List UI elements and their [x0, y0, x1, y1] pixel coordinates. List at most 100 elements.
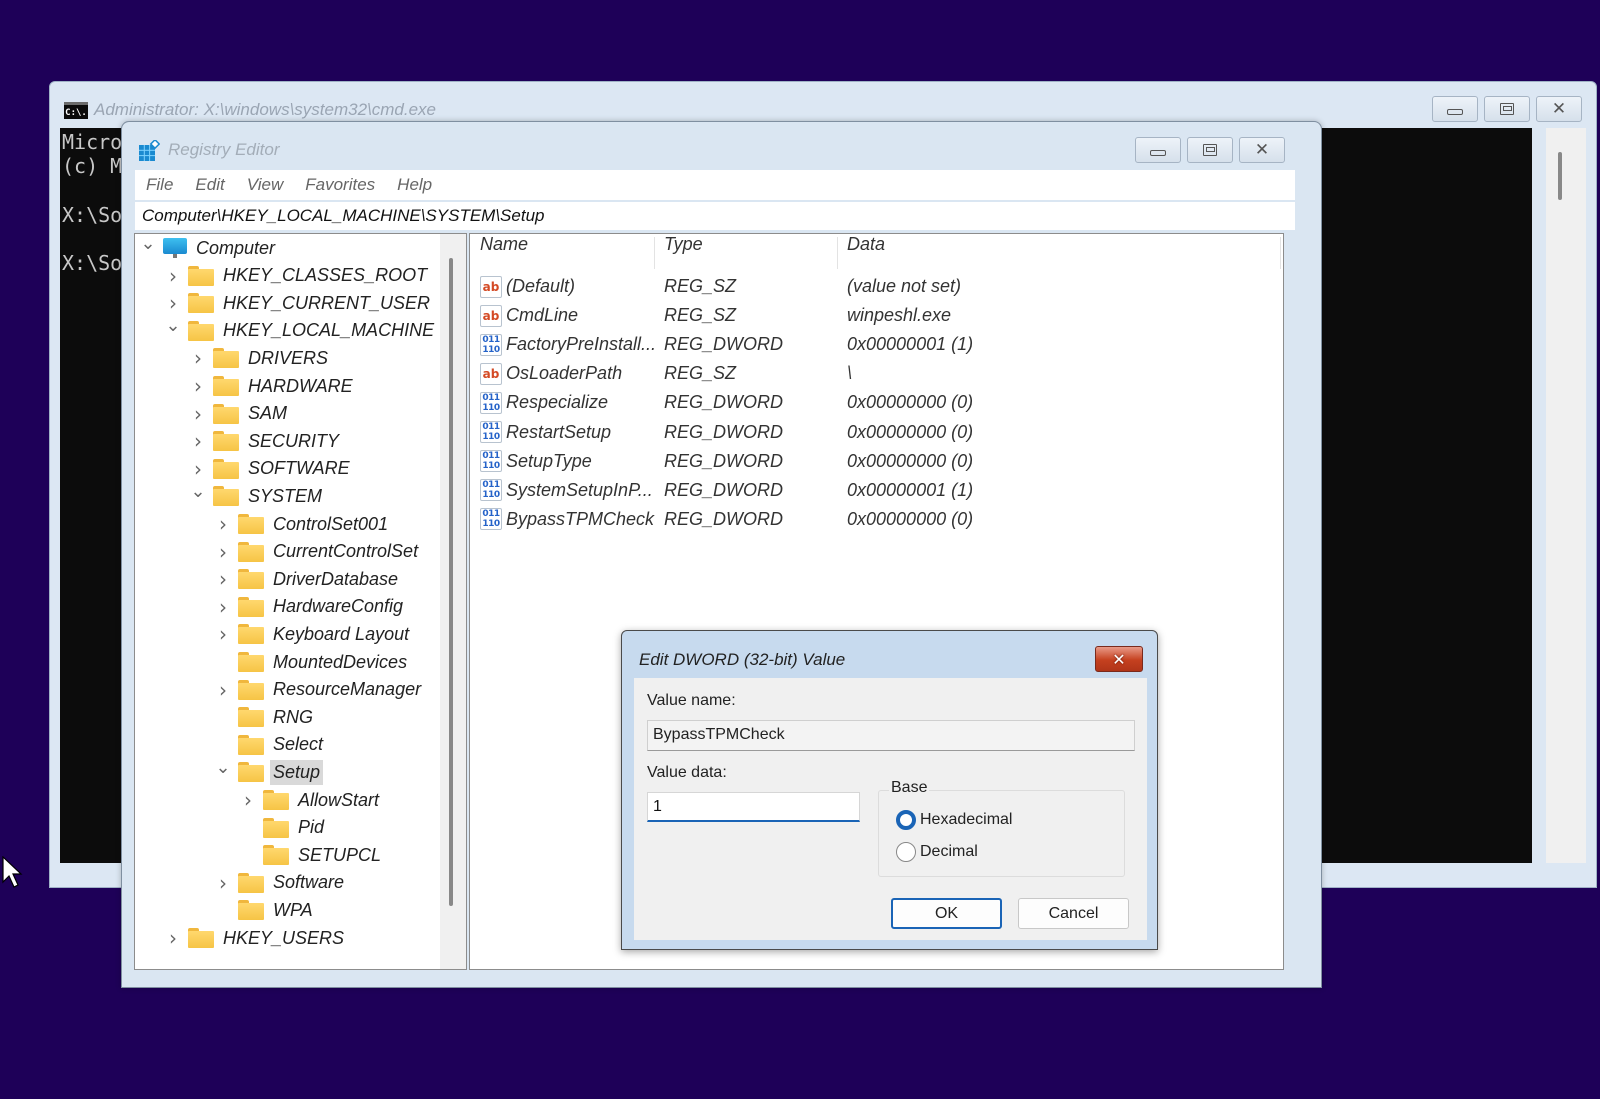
chevron-down-icon[interactable]: ⌄	[189, 481, 207, 502]
tree-item[interactable]: SETUPCL	[239, 841, 384, 869]
tree-item[interactable]: › DRIVERS	[189, 344, 331, 372]
console-line: X:\So	[62, 203, 123, 227]
chevron-right-icon[interactable]: ›	[164, 291, 182, 315]
tree-item[interactable]: › SECURITY	[189, 427, 342, 455]
tree-item[interactable]: › HKEY_USERS	[164, 924, 347, 952]
chevron-right-icon[interactable]: ›	[189, 374, 207, 398]
folder-icon	[238, 762, 264, 783]
dword-bits: 110	[482, 461, 500, 472]
tree-item[interactable]: ⌄ SYSTEM	[189, 481, 325, 510]
registry-tree[interactable]: ⌄ Computer › HKEY_CLASSES_ROOT › HKEY_CURRENT…	[134, 233, 467, 970]
value-row[interactable]: ab (Default) REG_SZ (value not set)	[470, 272, 1283, 301]
tree-item[interactable]: ⌄ Setup	[214, 757, 324, 786]
tree-item[interactable]: › DriverDatabase	[214, 565, 401, 593]
chevron-right-icon[interactable]: ›	[214, 595, 232, 619]
chevron-right-icon[interactable]: ›	[164, 264, 182, 288]
chevron-down-icon[interactable]: ⌄	[164, 315, 182, 336]
radio-decimal[interactable]: Decimal	[896, 842, 978, 862]
menu-favorites[interactable]: Favorites	[294, 170, 386, 200]
cmd-minimize-button[interactable]	[1432, 96, 1478, 122]
value-name: SystemSetupInP...	[506, 479, 653, 500]
cmd-scrollbar-thumb[interactable]	[1558, 152, 1562, 200]
chevron-right-icon[interactable]: ›	[189, 346, 207, 370]
tree-item-label: HKEY_LOCAL_MACHINE	[223, 320, 435, 341]
radio-button-checked[interactable]	[896, 810, 916, 830]
chevron-right-icon[interactable]: ›	[214, 678, 232, 702]
chevron-right-icon[interactable]: ›	[164, 926, 182, 950]
tree-item[interactable]: › ControlSet001	[214, 510, 391, 538]
value-row[interactable]: 011 110 FactoryPreInstall... REG_DWORD 0x000…	[470, 330, 1283, 359]
value-data-label: Value data:	[647, 764, 727, 781]
regedit-maximize-button[interactable]	[1187, 137, 1233, 163]
value-row[interactable]: 011 110 SetupType REG_DWORD 0x00000000 (0)	[470, 447, 1283, 476]
chevron-right-icon[interactable]: ›	[239, 788, 257, 812]
tree-item[interactable]: › AllowStart	[239, 786, 382, 814]
chevron-right-icon[interactable]: ›	[214, 622, 232, 646]
column-separator[interactable]	[1280, 237, 1281, 269]
chevron-down-icon[interactable]: ⌄	[139, 234, 157, 254]
column-header-data[interactable]: Data	[837, 234, 885, 272]
tree-item[interactable]: Select	[214, 731, 326, 759]
value-row[interactable]: 011 110 Respecialize REG_DWORD 0x00000000 (0…	[470, 388, 1283, 417]
column-header-name[interactable]: Name	[470, 234, 528, 272]
tree-item[interactable]: › Software	[214, 869, 347, 897]
menu-view[interactable]: View	[236, 170, 295, 200]
value-row[interactable]: 011 110 SystemSetupInP... REG_DWORD 0x000000…	[470, 476, 1283, 505]
folder-icon	[238, 734, 264, 755]
tree-scrollbar-thumb[interactable]	[449, 258, 453, 906]
base-groupbox	[878, 790, 1125, 877]
value-row[interactable]: 011 110 BypassTPMCheck REG_DWORD 0x00000000 …	[470, 505, 1283, 534]
menu-help[interactable]: Help	[386, 170, 443, 200]
chevron-right-icon[interactable]: ›	[189, 429, 207, 453]
radio-button[interactable]	[896, 842, 916, 862]
cancel-button[interactable]: Cancel	[1018, 898, 1129, 929]
tree-item[interactable]: › SOFTWARE	[189, 455, 353, 483]
value-row[interactable]: ab CmdLine REG_SZ winpeshl.exe	[470, 301, 1283, 330]
value-row[interactable]: 011 110 RestartSetup REG_DWORD 0x00000000 (0…	[470, 418, 1283, 447]
tree-item[interactable]: ⌄ Computer	[139, 234, 278, 262]
value-data-input[interactable]	[647, 792, 860, 822]
chevron-right-icon[interactable]: ›	[214, 567, 232, 591]
tree-item[interactable]: › HKEY_CLASSES_ROOT	[164, 262, 430, 290]
regedit-close-button[interactable]: ✕	[1239, 137, 1285, 163]
menu-edit[interactable]: Edit	[184, 170, 235, 200]
chevron-right-icon[interactable]: ›	[189, 402, 207, 426]
folder-icon	[238, 514, 264, 534]
tree-item-label: CurrentControlSet	[273, 541, 419, 562]
tree-item[interactable]: › HardwareConfig	[214, 593, 406, 621]
tree-item[interactable]: MountedDevices	[214, 648, 410, 676]
value-data: 0x00000000 (0)	[847, 508, 974, 529]
value-row[interactable]: ab OsLoaderPath REG_SZ \	[470, 359, 1283, 388]
chevron-right-icon[interactable]: ›	[189, 457, 207, 481]
chevron-right-icon[interactable]: ›	[214, 512, 232, 536]
address-bar[interactable]: Computer\HKEY_LOCAL_MACHINE\SYSTEM\Setup	[135, 202, 1295, 230]
radio-hexadecimal[interactable]: Hexadecimal	[896, 810, 1012, 830]
tree-item[interactable]: WPA	[214, 896, 316, 924]
edit-dword-dialog[interactable]: Edit DWORD (32-bit) Value ✕ Value name: …	[621, 630, 1158, 950]
tree-item[interactable]: › Keyboard Layout	[214, 620, 412, 648]
cmd-close-button[interactable]: ✕	[1536, 96, 1582, 122]
tree-item[interactable]: RNG	[214, 703, 316, 731]
chevron-down-icon[interactable]: ⌄	[214, 757, 232, 778]
cmd-scrollbar[interactable]	[1546, 128, 1586, 863]
regedit-minimize-button[interactable]	[1135, 137, 1181, 163]
tree-item[interactable]: › ResourceManager	[214, 676, 424, 704]
folder-icon	[238, 707, 264, 728]
tree-item[interactable]: › SAM	[189, 400, 290, 428]
dword-value-icon: 011 110	[480, 479, 502, 502]
chevron-right-icon[interactable]: ›	[214, 871, 232, 895]
column-header-type[interactable]: Type	[654, 234, 703, 272]
ok-button[interactable]: OK	[891, 898, 1002, 929]
chevron-right-icon[interactable]: ›	[214, 540, 232, 564]
address-path[interactable]: Computer\HKEY_LOCAL_MACHINE\SYSTEM\Setup	[135, 202, 1295, 230]
tree-item[interactable]: ⌄ HKEY_LOCAL_MACHINE	[164, 315, 437, 345]
menu-file[interactable]: File	[135, 170, 184, 200]
tree-item[interactable]: › HARDWARE	[189, 372, 356, 400]
tree-item[interactable]: › CurrentControlSet	[214, 538, 421, 566]
tree-scrollbar[interactable]	[440, 234, 466, 969]
tree-item[interactable]: › HKEY_CURRENT_USER	[164, 289, 433, 317]
tree-item[interactable]: Pid	[239, 814, 327, 842]
dword-bits: 011	[482, 451, 500, 462]
dialog-close-button[interactable]: ✕	[1095, 646, 1143, 672]
cmd-maximize-button[interactable]	[1484, 96, 1530, 122]
